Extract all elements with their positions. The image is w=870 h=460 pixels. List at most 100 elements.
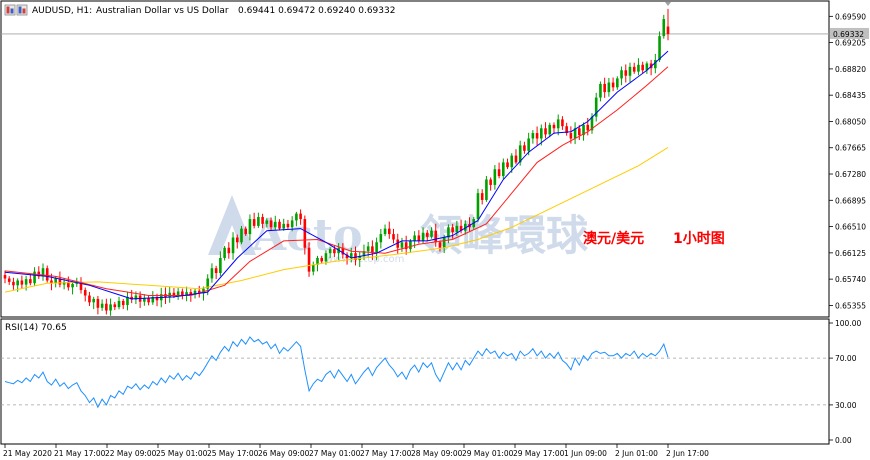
chart-annotation-pair: 澳元/美元: [583, 230, 644, 247]
candle-body: [83, 290, 87, 296]
candle-body: [514, 155, 518, 163]
candle-body: [214, 268, 218, 273]
symbol-icon-2-inner: [18, 6, 22, 14]
candle-body: [290, 220, 294, 228]
current-price-label: 0.69332: [833, 30, 864, 39]
rsi-tick-label: 70.00: [835, 354, 857, 363]
header-symbol-timeframe: AUDUSD, H1:: [32, 6, 92, 16]
symbol-icon-inner: [6, 6, 10, 14]
price-tick-label: 0.67280: [835, 170, 866, 179]
time-tick-label: 2 Jun 17:00: [666, 449, 709, 458]
candle-body: [531, 133, 535, 139]
candle-body: [413, 235, 416, 241]
candle-body: [121, 300, 125, 306]
candle-body: [599, 83, 602, 98]
candle-body: [261, 217, 264, 224]
time-tick-label: 1 Jun 09:00: [564, 449, 607, 458]
candle-body: [100, 303, 104, 308]
time-tick-label: 27 May 17:00: [360, 449, 412, 458]
symbol-icon-inner-2: [10, 8, 14, 14]
candle-body: [527, 138, 530, 151]
candle-body: [282, 223, 286, 229]
price-tick-label: 0.65740: [835, 275, 866, 284]
candle-body: [33, 271, 36, 284]
price-tick-label: 0.65355: [835, 301, 866, 310]
candle-body: [476, 193, 480, 220]
rsi-panel: [0, 318, 830, 445]
candle-body: [666, 26, 670, 35]
candle-body: [219, 257, 222, 273]
candle-body: [29, 279, 32, 284]
candle-body: [485, 179, 488, 200]
time-tick-label: 27 May 01:00: [309, 449, 361, 458]
candle-body: [506, 162, 509, 168]
price-tick-label: 0.66510: [835, 223, 866, 232]
price-tick-label: 0.68050: [835, 117, 866, 126]
candle-body: [45, 268, 49, 281]
candle-body: [624, 70, 628, 76]
price-tick-label: 0.66125: [835, 249, 866, 258]
price-tick-label: 0.68435: [835, 91, 866, 100]
candle-body: [295, 213, 298, 221]
price-tick-label: 0.67665: [835, 144, 866, 153]
candle-body: [16, 280, 19, 286]
candle-body: [641, 64, 644, 71]
candle-body: [117, 300, 121, 308]
candle-body: [434, 230, 438, 243]
price-tick-label: 0.69205: [835, 39, 866, 48]
candle-body: [387, 228, 391, 235]
candle-body: [421, 232, 425, 241]
candle-body: [299, 213, 302, 220]
candle-body: [455, 225, 459, 233]
candle-body: [523, 145, 526, 151]
candle-body: [303, 219, 307, 248]
chart-header: AUDUSD, H1: Australian Dollar vs US Doll…: [4, 4, 395, 16]
candle-body: [181, 291, 184, 296]
candle-body: [320, 257, 324, 262]
candle-body: [451, 227, 454, 233]
candle-body: [489, 179, 492, 185]
candle-body: [7, 278, 11, 282]
candle-body: [248, 219, 252, 235]
time-tick-label: 29 May 17:00: [513, 449, 565, 458]
candle-body: [3, 275, 7, 279]
candle-body: [628, 66, 632, 76]
candle-body: [375, 242, 378, 254]
candle-body: [71, 283, 74, 288]
candle-body: [556, 119, 560, 129]
candle-body: [366, 246, 370, 252]
candle-body: [392, 234, 395, 240]
candle-body: [286, 223, 290, 228]
header-description: Australian Dollar vs US Dollar: [96, 6, 229, 16]
candle-body: [227, 247, 231, 254]
time-tick-label: 22 May 09:00: [105, 449, 157, 458]
candle-body: [552, 124, 556, 129]
candle-body: [611, 82, 615, 88]
candle-body: [510, 155, 514, 168]
candle-body: [535, 133, 539, 139]
candle-body: [113, 304, 117, 308]
rsi-indicator-label: RSI(14) 70.65: [5, 323, 67, 333]
symbol-icon-2-inner-2: [22, 8, 26, 14]
candle-body: [273, 221, 277, 228]
chart-window: Acto 領峰環球 www.actop.com AUDUSD, H1: Aust…: [0, 0, 869, 458]
candle-body: [235, 237, 239, 243]
candle-body: [244, 228, 248, 235]
candle-body: [620, 70, 623, 79]
candle-body: [417, 235, 421, 241]
time-tick-label: 28 May 09:00: [411, 449, 463, 458]
candle-body: [278, 221, 281, 229]
candle-body: [147, 298, 150, 303]
price-panel: [0, 0, 830, 318]
candle-body: [548, 124, 552, 135]
time-tick-label: 21 May 17:00: [54, 449, 106, 458]
time-tick-label: 25 May 17:00: [207, 449, 259, 458]
candle-body: [12, 281, 15, 286]
candle-body: [92, 298, 95, 303]
candle-body: [607, 82, 611, 93]
candle-body: [561, 119, 564, 127]
candle-body: [569, 133, 573, 139]
candle-body: [497, 169, 501, 177]
candle-body: [210, 268, 214, 279]
candle-body: [616, 78, 619, 88]
